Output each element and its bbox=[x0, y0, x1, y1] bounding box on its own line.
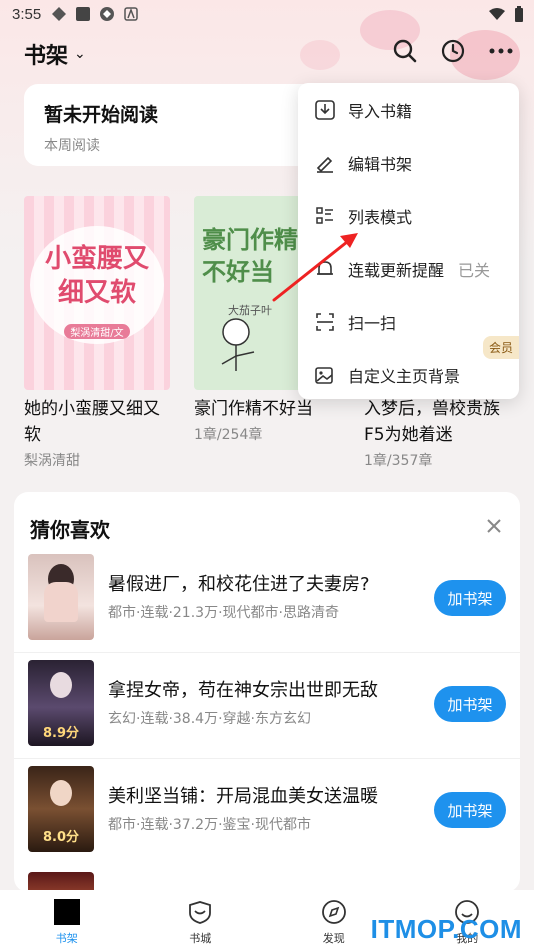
menu-item-label: 自定义主页背景 bbox=[348, 366, 461, 386]
add-to-shelf-button[interactable]: 加书架 bbox=[434, 686, 506, 722]
cover-score: 8.9分 bbox=[42, 726, 80, 741]
recommend-item[interactable]: 8.9分 拿捏女帝，苟在神女宗出世即无敌 玄幻·连载·38.4万·穿越·东方玄幻… bbox=[28, 660, 508, 750]
cover-score: 8.0分 bbox=[42, 830, 80, 845]
add-to-shelf-button[interactable]: 加书架 bbox=[434, 792, 506, 828]
reading-period: 本周阅读 bbox=[44, 138, 100, 154]
cover-author: 梨涡清甜/文 bbox=[64, 324, 130, 339]
history-button[interactable] bbox=[438, 36, 468, 66]
menu-item-label: 列表模式 bbox=[348, 207, 413, 227]
app-icon bbox=[75, 6, 91, 22]
book-cover: 8.0分 bbox=[28, 766, 94, 852]
close-icon bbox=[487, 519, 501, 533]
section-title: 猜你喜欢 bbox=[30, 518, 110, 542]
recommend-item[interactable]: 暑假进厂，和校花住进了夫妻房? 都市·连载·21.3万·现代都市·思路清奇 加书… bbox=[28, 554, 508, 644]
book-title-line: F5为她着迷 bbox=[364, 425, 453, 445]
annotation-arrow-icon bbox=[272, 233, 358, 302]
book-cover: 小蛮腰又细又软 梨涡清甜/文 bbox=[24, 196, 170, 390]
scan-icon bbox=[314, 311, 336, 333]
cover-title: 小蛮腰又细又软 bbox=[44, 244, 149, 308]
book-name: 暑假进厂，和校花住进了夫妻房? bbox=[108, 574, 370, 595]
book-meta: 玄幻·连载·38.4万·穿越·东方玄幻 bbox=[108, 711, 311, 727]
edit-icon bbox=[314, 152, 336, 174]
battery-icon bbox=[514, 5, 524, 27]
reading-status: 暂未开始阅读 bbox=[44, 104, 159, 126]
add-to-shelf-button[interactable]: 加书架 bbox=[434, 580, 506, 616]
notification-icon bbox=[51, 6, 67, 22]
notification-icon bbox=[99, 6, 115, 22]
more-icon bbox=[489, 48, 513, 54]
shelf-book[interactable]: 小蛮腰又细又软 梨涡清甜/文 她的小蛮腰又细又 软 梨涡清甜 bbox=[24, 196, 170, 470]
book-meta: 都市·连载·21.3万·现代都市·思路清奇 bbox=[108, 605, 339, 621]
nav-bookshelf[interactable]: 书架 bbox=[0, 890, 134, 950]
book-title: 她的小蛮腰又细又 软 bbox=[24, 396, 170, 448]
bookshelf-header[interactable]: 书架 ⌄ bbox=[24, 38, 86, 70]
watermark-logo: ITMOP.COM bbox=[370, 914, 522, 944]
book-title-line: 入梦后，兽校贵族 bbox=[364, 399, 500, 419]
close-button[interactable] bbox=[484, 516, 504, 536]
compass-icon bbox=[320, 898, 348, 926]
chevron-down-icon: ⌄ bbox=[74, 46, 86, 62]
alert-icon bbox=[123, 6, 139, 22]
search-button[interactable] bbox=[390, 36, 420, 66]
search-icon bbox=[393, 39, 417, 63]
import-icon bbox=[314, 99, 336, 121]
divider bbox=[14, 652, 520, 653]
book-name: 美利坚当铺：开局混血美女送温暖 bbox=[108, 786, 378, 807]
nav-label: 发现 bbox=[322, 932, 345, 945]
book-progress: 1章/254章 bbox=[194, 427, 263, 443]
recommend-item[interactable]: 8.0分 美利坚当铺：开局混血美女送温暖 都市·连载·37.2万·鉴宝·现代都市… bbox=[28, 766, 508, 856]
book-title-line: 她的小蛮腰又细又 bbox=[24, 399, 160, 419]
book-cover bbox=[28, 554, 94, 640]
menu-item-import[interactable]: 导入书籍 bbox=[298, 83, 519, 136]
wifi-icon bbox=[488, 7, 506, 25]
book-progress: 1章/357章 bbox=[364, 453, 433, 469]
list-icon bbox=[314, 205, 336, 227]
menu-item-label: 扫一扫 bbox=[348, 313, 397, 333]
status-time: 3:55 bbox=[12, 5, 42, 23]
divider bbox=[14, 758, 520, 759]
menu-item-edit[interactable]: 编辑书架 bbox=[298, 136, 519, 189]
history-icon bbox=[441, 39, 465, 63]
reminder-status: 已关 bbox=[458, 260, 491, 280]
nav-label: 书城 bbox=[189, 932, 212, 945]
recommendation-section: 猜你喜欢 暑假进厂，和校花住进了夫妻房? 都市·连载·21.3万·现代都市·思路… bbox=[14, 492, 520, 892]
book-meta: 都市·连载·37.2万·鉴宝·现代都市 bbox=[108, 817, 311, 833]
book-title-line: 软 bbox=[24, 425, 41, 445]
vip-badge: 会员 bbox=[482, 336, 519, 359]
book-author: 梨涡清甜 bbox=[24, 453, 80, 469]
nav-bookstore[interactable]: 书城 bbox=[134, 890, 268, 950]
book-title: 入梦后，兽校贵族 F5为她着迷 bbox=[364, 396, 510, 448]
book-cover-partial bbox=[28, 872, 94, 892]
cover-illustration bbox=[221, 318, 255, 371]
bookshelf-icon bbox=[53, 898, 81, 926]
menu-item-label: 编辑书架 bbox=[348, 154, 413, 174]
page-title: 书架 bbox=[24, 44, 69, 69]
header-actions bbox=[390, 36, 516, 66]
bookstore-icon bbox=[186, 898, 214, 926]
status-bar: 3:55 bbox=[0, 0, 534, 28]
menu-item-custom-background[interactable]: 自定义主页背景 会员 bbox=[298, 336, 519, 401]
book-name: 拿捏女帝，苟在神女宗出世即无敌 bbox=[108, 680, 378, 701]
more-button[interactable] bbox=[486, 36, 516, 66]
blossom-decoration bbox=[300, 40, 340, 70]
menu-item-label: 导入书籍 bbox=[348, 101, 413, 121]
book-cover: 8.9分 bbox=[28, 660, 94, 746]
reading-stats-card[interactable]: 暂未开始阅读 本周阅读 bbox=[24, 84, 324, 166]
nav-label: 书架 bbox=[55, 932, 78, 945]
image-icon bbox=[314, 364, 336, 386]
